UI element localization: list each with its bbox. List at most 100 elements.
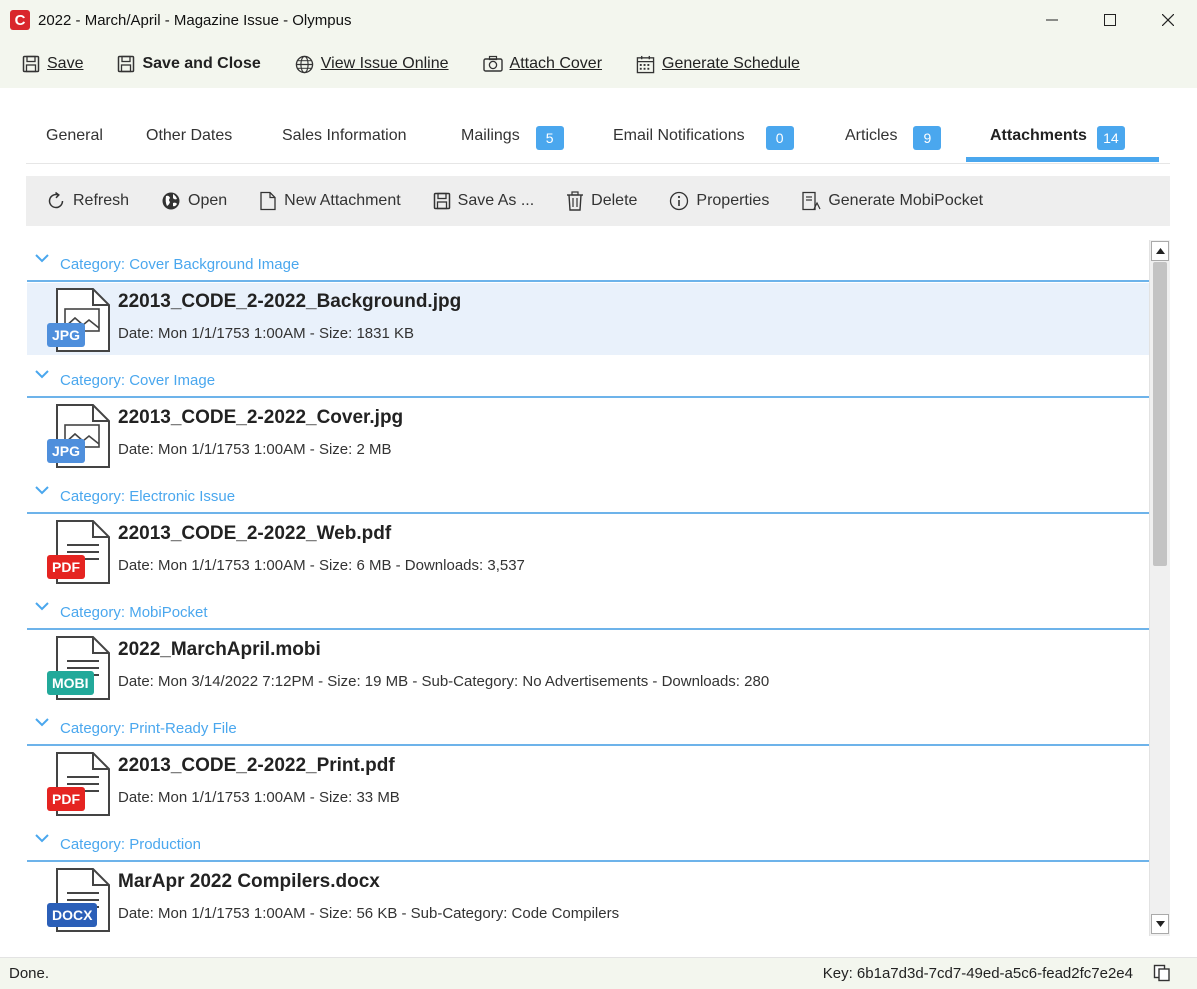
category-label: Category: Cover Image: [60, 372, 216, 389]
file-type-badge: MOBI: [47, 671, 94, 695]
file-jpg-icon: JPG: [47, 403, 111, 469]
chevron-down-icon: [35, 718, 49, 727]
chevron-down-icon: [35, 834, 49, 843]
maximize-button[interactable]: [1081, 0, 1139, 40]
save-button[interactable]: Save: [22, 55, 83, 73]
scroll-up-button[interactable]: [1151, 241, 1169, 261]
app-logo-icon: C: [10, 10, 30, 30]
window-title: 2022 - March/April - Magazine Issue - Ol…: [38, 11, 352, 29]
category-label: Category: Production: [60, 836, 201, 853]
view-issue-online-label: View Issue Online: [320, 55, 449, 72]
category-header-mobipocket[interactable]: Category: MobiPocket: [27, 588, 1149, 630]
attachment-name: MarApr 2022 Compilers.docx: [118, 871, 380, 892]
properties-label: Properties: [696, 192, 770, 209]
file-pdf-icon: PDF: [47, 751, 111, 817]
category-header-print-ready-file[interactable]: Category: Print-Ready File: [27, 704, 1149, 746]
status-bar: Done. Key: 6b1a7d3d-7cd7-49ed-a5c6-fead2…: [0, 957, 1197, 989]
file-type-badge: PDF: [47, 787, 85, 811]
title-bar: C 2022 - March/April - Magazine Issue - …: [0, 0, 1197, 40]
attachment-row[interactable]: DOCX MarApr 2022 Compilers.docx Date: Mo…: [27, 863, 1149, 935]
refresh-icon: [48, 191, 64, 209]
book-generate-icon: [802, 191, 821, 211]
close-button[interactable]: [1139, 0, 1197, 40]
attachment-meta: Date: Mon 1/1/1753 1:00AM - Size: 2 MB: [118, 441, 392, 458]
globe-icon: [162, 192, 180, 210]
attachment-meta: Date: Mon 1/1/1753 1:00AM - Size: 1831 K…: [118, 325, 415, 342]
attachment-name: 22013_CODE_2-2022_Cover.jpg: [118, 407, 404, 428]
attachment-row[interactable]: JPG 22013_CODE_2-2022_Cover.jpg Date: Mo…: [27, 399, 1149, 471]
minimize-icon: [1046, 19, 1058, 21]
attachment-meta: Date: Mon 1/1/1753 1:00AM - Size: 56 KB …: [118, 905, 620, 922]
delete-button[interactable]: Delete: [566, 191, 637, 211]
category-label: Category: Cover Background Image: [60, 256, 300, 273]
chevron-down-icon: [35, 370, 49, 379]
tab-general[interactable]: General: [46, 112, 103, 164]
camera-icon: [482, 55, 503, 72]
articles-count-badge: 9: [913, 126, 942, 150]
attachment-row[interactable]: PDF 22013_CODE_2-2022_Web.pdf Date: Mon …: [27, 515, 1149, 587]
attachment-name: 22013_CODE_2-2022_Web.pdf: [118, 523, 392, 544]
properties-button[interactable]: Properties: [669, 191, 769, 211]
save-and-close-button[interactable]: Save and Close: [117, 55, 261, 73]
copy-icon[interactable]: [1153, 964, 1171, 982]
attachment-meta: Date: Mon 1/1/1753 1:00AM - Size: 6 MB -…: [118, 557, 525, 574]
generate-schedule-button[interactable]: Generate Schedule: [636, 55, 800, 74]
category-label: Category: Print-Ready File: [60, 720, 237, 737]
active-tab-indicator: [966, 157, 1159, 162]
attachments-count-badge: 14: [1096, 126, 1125, 150]
attachment-name: 22013_CODE_2-2022_Print.pdf: [118, 755, 395, 776]
globe-icon: [295, 55, 313, 73]
attachment-name: 22013_CODE_2-2022_Background.jpg: [118, 291, 462, 312]
category-header-electronic-issue[interactable]: Category: Electronic Issue: [27, 472, 1149, 514]
open-button[interactable]: Open: [161, 191, 227, 211]
arrow-down-icon: [1155, 921, 1165, 927]
chevron-down-icon: [35, 486, 49, 495]
category-header-production[interactable]: Category: Production: [27, 820, 1149, 862]
scroll-down-button[interactable]: [1151, 914, 1169, 934]
file-pdf-icon: PDF: [47, 519, 111, 585]
info-icon: [670, 191, 689, 211]
vertical-scrollbar[interactable]: [1149, 240, 1170, 936]
attach-cover-button[interactable]: Attach Cover: [482, 55, 603, 73]
category-header-cover-image[interactable]: Category: Cover Image: [27, 356, 1149, 398]
floppy-disk-icon: [118, 55, 135, 73]
view-issue-online-button[interactable]: View Issue Online: [295, 55, 449, 74]
attachment-name: 2022_MarchApril.mobi: [118, 639, 321, 660]
refresh-button[interactable]: Refresh: [46, 191, 129, 211]
tab-other-dates[interactable]: Other Dates: [146, 112, 232, 164]
attachment-row[interactable]: PDF 22013_CODE_2-2022_Print.pdf Date: Mo…: [27, 747, 1149, 819]
scrollbar-thumb[interactable]: [1153, 262, 1167, 566]
save-label: Save: [47, 55, 84, 72]
record-key: Key: 6b1a7d3d-7cd7-49ed-a5c6-fead2fc7e2e…: [822, 965, 1133, 982]
refresh-label: Refresh: [73, 192, 130, 209]
mailings-count-badge: 5: [535, 126, 564, 150]
floppy-disk-icon: [22, 55, 40, 73]
new-attachment-button[interactable]: New Attachment: [259, 191, 401, 211]
minimize-button[interactable]: [1023, 0, 1081, 40]
maximize-icon: [1104, 14, 1116, 26]
attach-cover-label: Attach Cover: [509, 55, 603, 72]
floppy-disk-icon: [433, 192, 450, 210]
file-type-badge: PDF: [47, 555, 85, 579]
file-type-badge: JPG: [47, 439, 86, 463]
save-as-button[interactable]: Save As ...: [433, 192, 534, 210]
tab-mailings[interactable]: Mailings 5: [461, 112, 564, 164]
arrow-up-icon: [1155, 248, 1165, 254]
save-as-label: Save As ...: [457, 192, 535, 209]
attachment-meta: Date: Mon 3/14/2022 7:12PM - Size: 19 MB…: [118, 673, 770, 690]
file-type-badge: DOCX: [47, 903, 98, 927]
file-jpg-icon: JPG: [47, 287, 111, 353]
generate-mobipocket-button[interactable]: Generate MobiPocket: [801, 191, 983, 211]
attachments-toolbar: Refresh Open New Attachment Save As ... …: [26, 176, 1170, 226]
calendar-icon: [636, 55, 655, 73]
tab-articles[interactable]: Articles 9: [845, 112, 942, 164]
tab-sales-information[interactable]: Sales Information: [282, 112, 407, 164]
file-type-badge: JPG: [47, 323, 86, 347]
attachment-row[interactable]: JPG 22013_CODE_2-2022_Background.jpg Dat…: [27, 283, 1149, 355]
file-docx-icon: DOCX: [47, 867, 111, 933]
tab-email-notifications[interactable]: Email Notifications 0: [613, 112, 794, 164]
attachment-row[interactable]: MOBI 2022_MarchApril.mobi Date: Mon 3/14…: [27, 631, 1149, 703]
category-header-cover-background-image[interactable]: Category: Cover Background Image: [27, 240, 1149, 282]
trash-icon: [567, 191, 584, 211]
attachments-list: Category: Cover Background Image JPG 220…: [27, 240, 1149, 936]
